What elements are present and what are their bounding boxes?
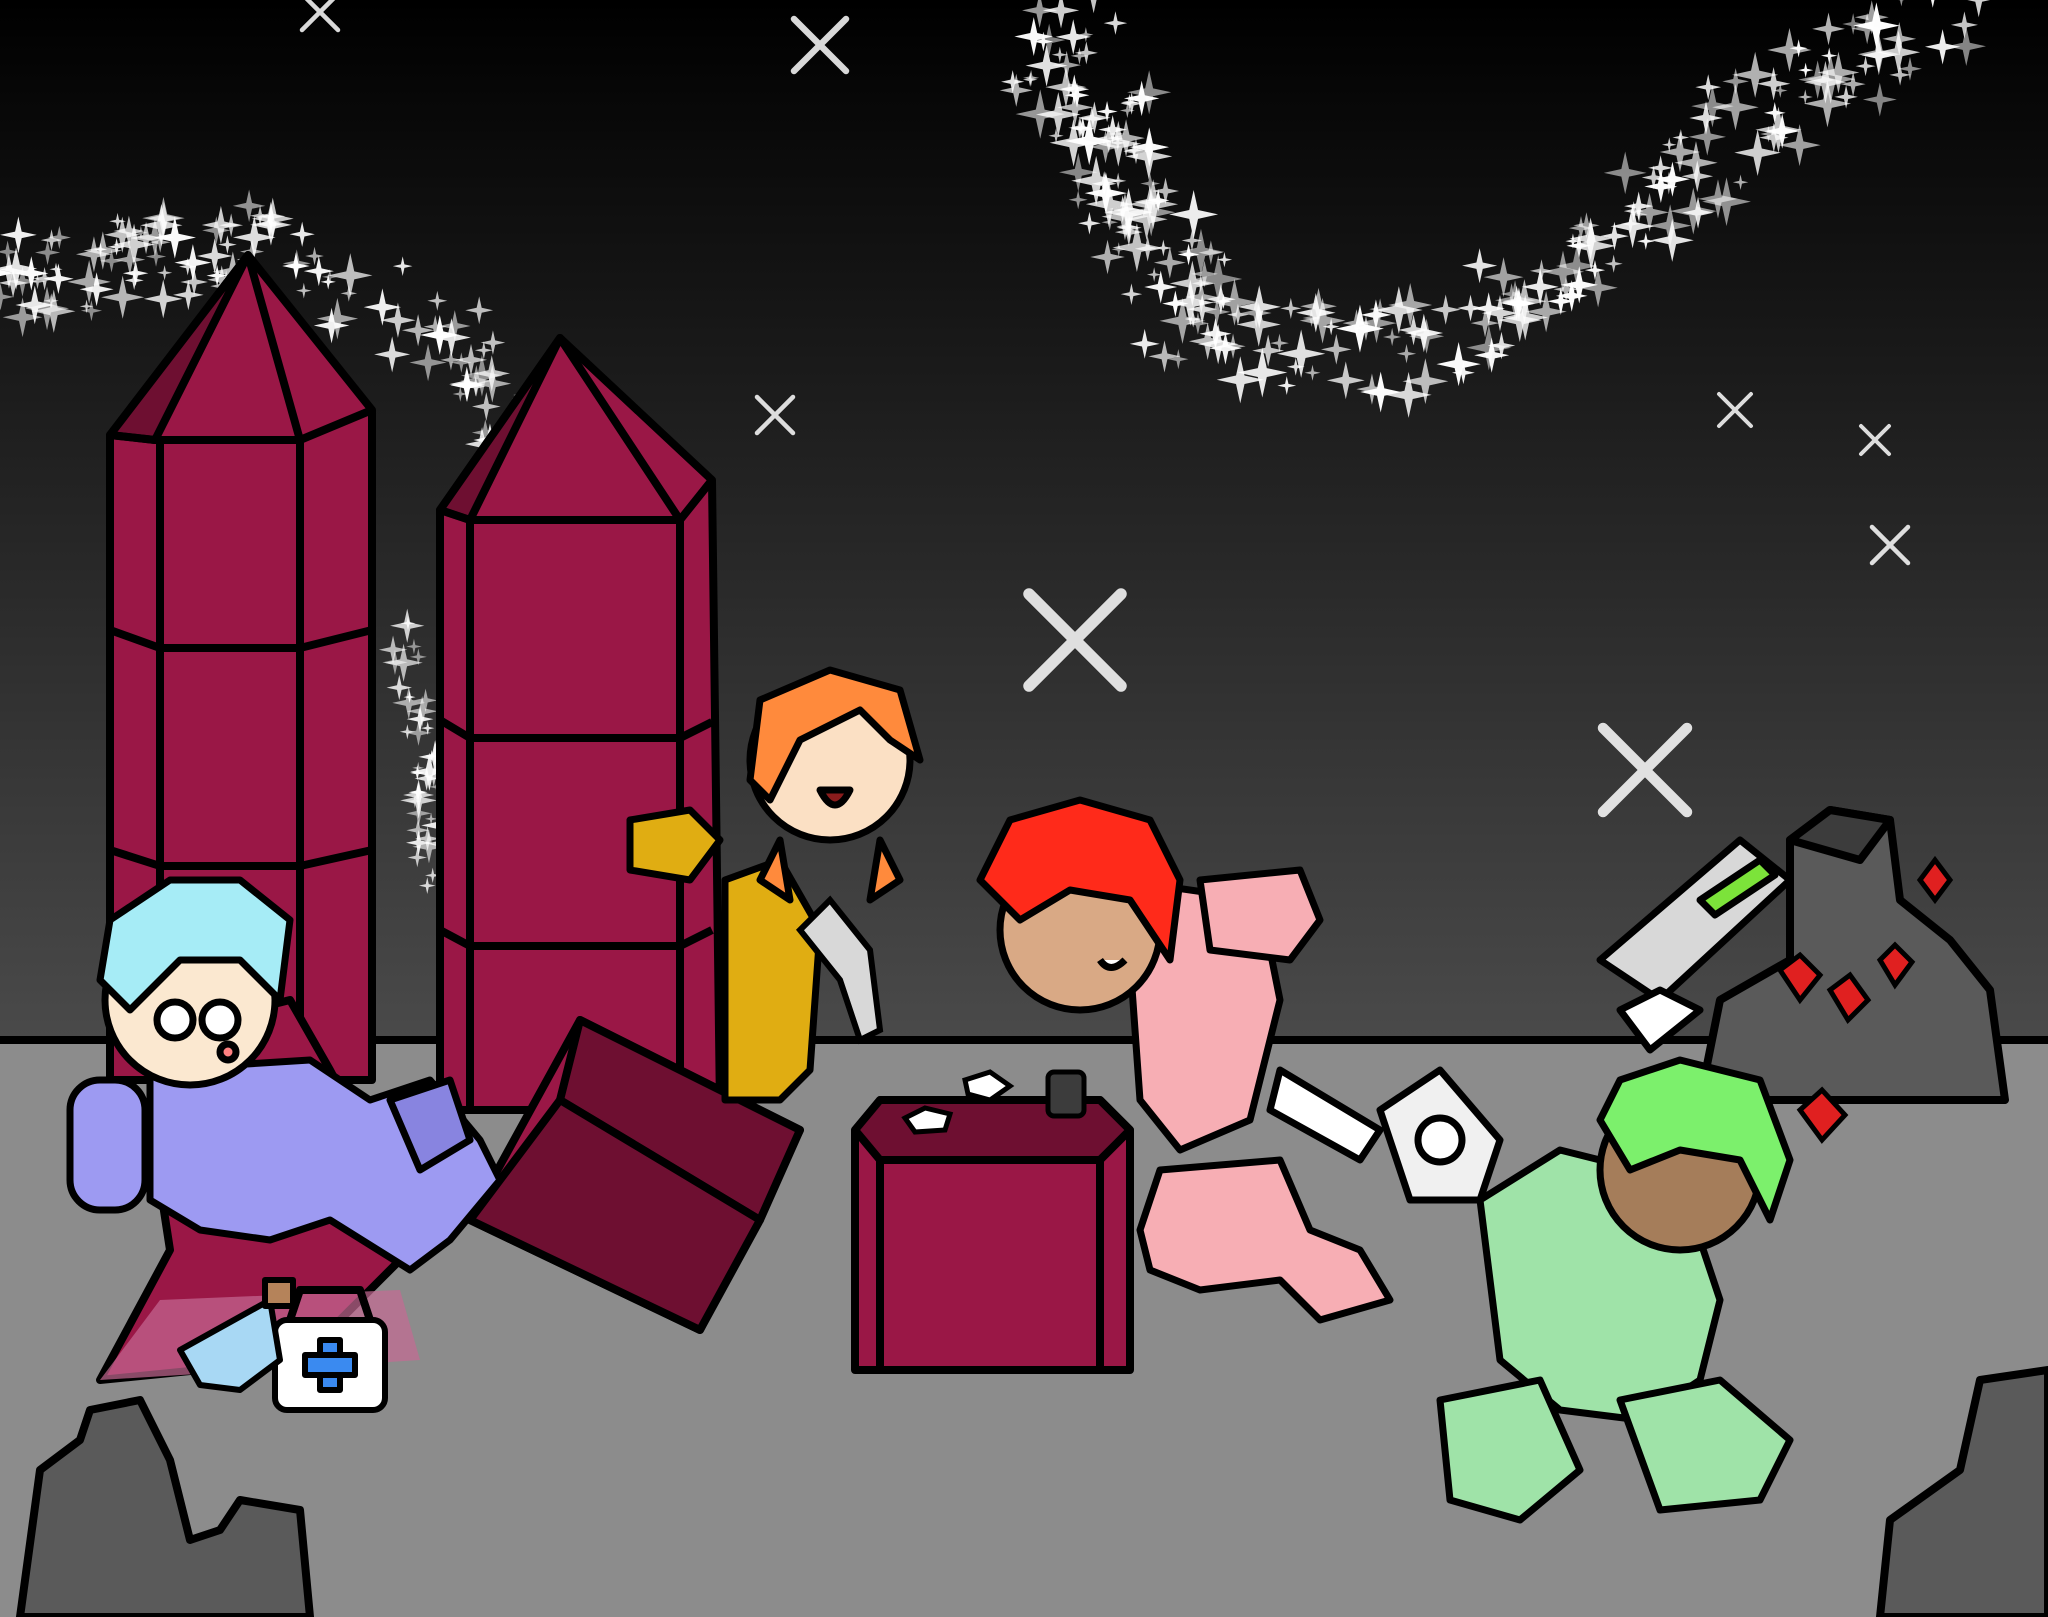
game-scene [0,0,2048,1617]
crystal-crate [851,1096,1134,1374]
crystal-pillar-right [436,334,724,1114]
